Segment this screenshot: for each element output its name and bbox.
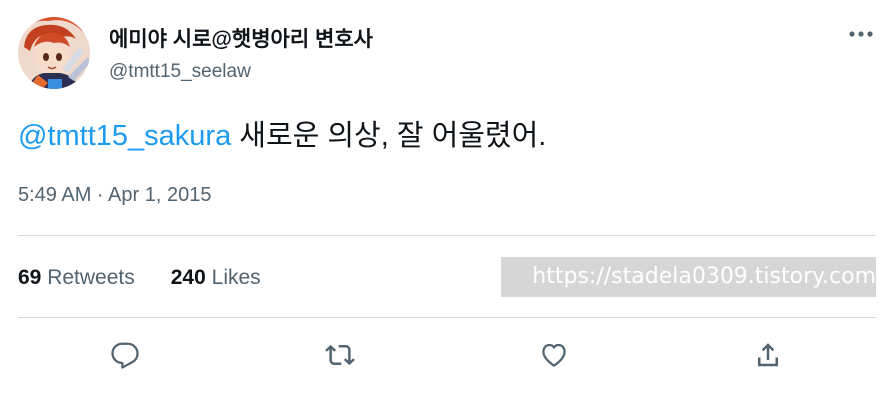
likes-count: 240 xyxy=(170,266,206,289)
share-button[interactable] xyxy=(746,333,790,377)
divider xyxy=(18,317,876,318)
retweet-button[interactable] xyxy=(318,333,362,377)
likes-stat[interactable]: 240 Likes xyxy=(171,266,261,290)
tweet-text: @tmtt15_sakura 새로운 의상, 잘 어울렸어. xyxy=(18,115,546,157)
reply-icon xyxy=(111,342,139,369)
reply-button[interactable] xyxy=(103,333,147,377)
retweet-icon xyxy=(325,344,355,366)
share-icon xyxy=(758,343,778,367)
divider xyxy=(18,235,876,236)
likes-label: Likes xyxy=(211,266,261,289)
more-dots-icon xyxy=(849,31,873,37)
avatar[interactable] xyxy=(18,17,90,89)
avatar-image xyxy=(18,17,90,89)
tweet-card: 에미야 시로@햇병아리 변호사 @tmtt15_seelaw @tmtt15_s… xyxy=(0,0,894,409)
tweet-body: 새로운 의상, 잘 어울렸어. xyxy=(231,120,547,152)
author-handle[interactable]: @tmtt15_seelaw xyxy=(109,61,251,83)
author-display-name[interactable]: 에미야 시로@햇병아리 변호사 xyxy=(109,23,373,53)
like-icon xyxy=(542,343,566,367)
tweet-timestamp[interactable]: 5:49 AM · Apr 1, 2015 xyxy=(18,184,211,207)
retweets-count: 69 xyxy=(18,266,42,289)
mention-link[interactable]: @tmtt15_sakura xyxy=(18,120,231,152)
watermark: https://stadela0309.tistory.com xyxy=(501,257,876,297)
like-button[interactable] xyxy=(532,333,576,377)
action-bar xyxy=(0,333,894,377)
retweets-label: Retweets xyxy=(47,266,135,289)
retweets-stat[interactable]: 69 Retweets xyxy=(18,266,135,290)
tweet-stats: 69 Retweets 240 Likes xyxy=(18,266,261,290)
more-options-button[interactable] xyxy=(844,20,878,48)
